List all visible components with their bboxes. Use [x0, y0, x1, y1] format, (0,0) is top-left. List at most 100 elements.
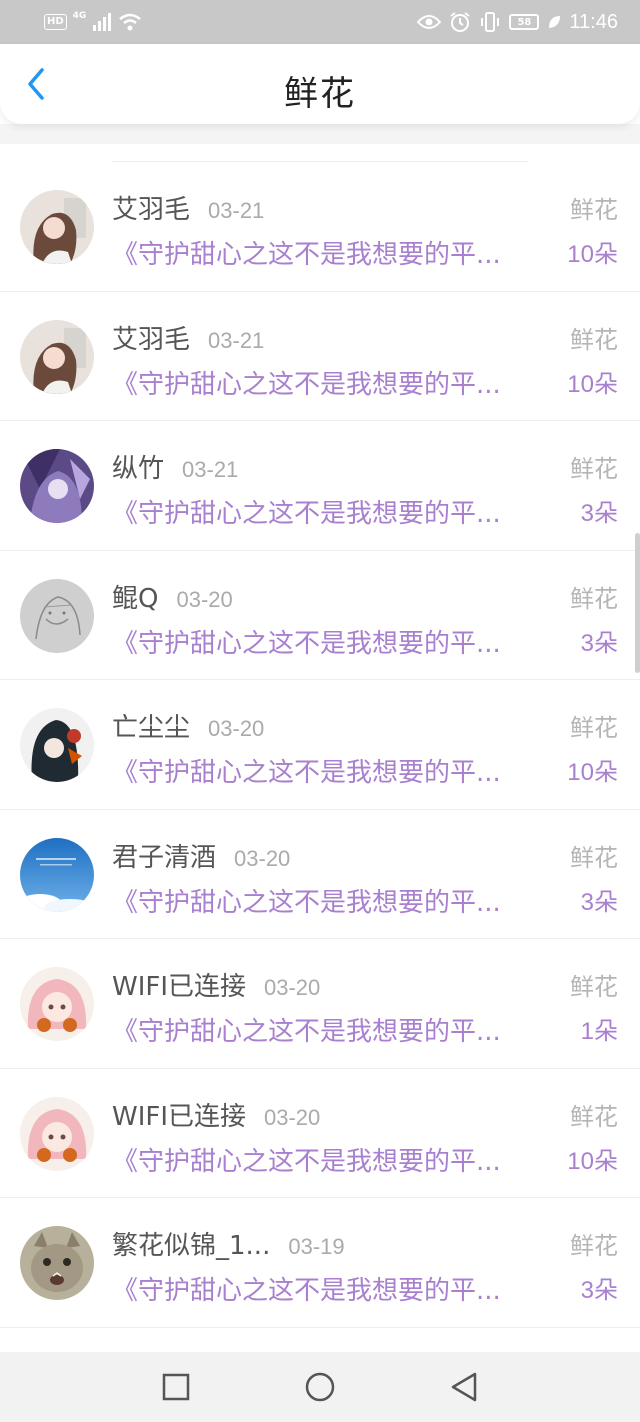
gift-count: 1朵: [580, 1018, 618, 1045]
name-line: 鲲Q 03-20: [112, 578, 233, 614]
avatar[interactable]: [20, 1226, 94, 1300]
book-title[interactable]: 《守护甜心之这不是我想要的平...: [112, 364, 542, 401]
list-item[interactable]: WIFI已连接 03-20 鲜花 《守护甜心之这不是我想要的平... 1朵: [0, 939, 640, 1069]
book-title[interactable]: 《守护甜心之这不是我想要的平...: [112, 493, 542, 530]
gift-list: 艾羽毛 03-21 鲜花 《守护甜心之这不是我想要的平... 10朵 艾羽毛 0…: [0, 162, 640, 1328]
gift-date: 03-20: [176, 586, 233, 612]
vibrate-icon: [481, 12, 500, 32]
triangle-back-icon: [451, 1372, 477, 1402]
user-name[interactable]: WIFI已连接: [112, 1096, 246, 1133]
gift-date: 03-20: [208, 716, 265, 741]
status-left: HD 4G: [44, 10, 142, 34]
recents-button[interactable]: [152, 1363, 200, 1411]
avatar[interactable]: [20, 837, 94, 912]
status-right: 58 11:46: [417, 9, 618, 35]
system-nav-bar: [0, 1352, 640, 1422]
gift-date: 03-19: [288, 1234, 345, 1259]
sketch-avatar-icon: [20, 578, 94, 653]
page-title: 鲜花: [284, 74, 356, 114]
name-line: 艾羽毛 03-21: [112, 319, 264, 355]
gift-count: 10朵: [567, 759, 618, 786]
name-line: 亡尘尘 03-20: [112, 707, 264, 743]
gift-type: 鲜花: [570, 584, 618, 613]
eye-icon: [417, 15, 442, 29]
book-title[interactable]: 《守护甜心之这不是我想要的平...: [112, 882, 542, 919]
scrollbar[interactable]: [635, 533, 640, 673]
gift-date: 03-20: [234, 845, 291, 871]
gift-type: 鲜花: [570, 973, 618, 1001]
leaf-icon: [549, 16, 561, 28]
gift-type: 鲜花: [570, 325, 618, 354]
avatar[interactable]: [20, 449, 94, 523]
battery-level: 58: [509, 14, 540, 30]
name-line: WIFI已连接 03-20: [112, 1096, 320, 1132]
header-gap: [0, 124, 640, 144]
home-button[interactable]: [296, 1363, 344, 1411]
gift-count: 10朵: [567, 370, 618, 398]
user-name[interactable]: 纵竹: [112, 448, 164, 485]
status-bar: HD 4G 58 11:46: [0, 0, 640, 44]
user-name[interactable]: 艾羽毛: [112, 319, 190, 356]
gift-type: 鲜花: [570, 196, 618, 224]
name-line: 繁花似锦_1... 03-19: [112, 1225, 345, 1261]
gift-date: 03-20: [264, 975, 321, 1000]
gift-type: 鲜花: [570, 714, 618, 742]
book-title[interactable]: 《守护甜心之这不是我想要的平...: [112, 1270, 542, 1307]
user-name[interactable]: 鲲Q: [112, 578, 158, 615]
gift-date: 03-20: [264, 1104, 321, 1130]
avatar[interactable]: [20, 1096, 94, 1171]
gift-type: 鲜花: [570, 455, 618, 483]
user-name[interactable]: 君子清酒: [112, 837, 216, 874]
list-item[interactable]: 艾羽毛 03-21 鲜花 《守护甜心之这不是我想要的平... 10朵: [0, 292, 640, 421]
pink-anime-avatar-icon: [20, 1096, 94, 1171]
circle-icon: [305, 1372, 335, 1402]
user-name[interactable]: 亡尘尘: [112, 707, 190, 744]
avatar[interactable]: [20, 319, 94, 394]
header-bar: 鲜花: [0, 44, 640, 124]
gift-date: 03-21: [208, 198, 265, 223]
book-title[interactable]: 《守护甜心之这不是我想要的平...: [112, 752, 542, 789]
network-type: 4G: [72, 11, 87, 21]
list-item[interactable]: 君子清酒 03-20 鲜花 《守护甜心之这不是我想要的平... 3朵: [0, 810, 640, 939]
anime-girl-avatar-icon: [20, 190, 94, 264]
gift-date: 03-21: [208, 327, 265, 353]
avatar[interactable]: [20, 190, 94, 264]
gift-count: 3朵: [580, 629, 618, 657]
gift-count: 10朵: [567, 1147, 618, 1175]
gift-count: 10朵: [567, 241, 618, 268]
book-title[interactable]: 《守护甜心之这不是我想要的平...: [112, 234, 542, 271]
list-item[interactable]: 亡尘尘 03-20 鲜花 《守护甜心之这不是我想要的平... 10朵: [0, 680, 640, 810]
square-icon: [162, 1373, 190, 1401]
user-name[interactable]: WIFI已连接: [112, 966, 246, 1003]
list-item[interactable]: WIFI已连接 03-20 鲜花 《守护甜心之这不是我想要的平... 10朵: [0, 1069, 640, 1198]
dark-anime-avatar-icon: [20, 708, 94, 782]
name-line: 艾羽毛 03-21: [112, 189, 264, 225]
gift-count: 3朵: [580, 1277, 618, 1304]
back-nav-button[interactable]: [440, 1363, 488, 1411]
list-item[interactable]: 纵竹 03-21 鲜花 《守护甜心之这不是我想要的平... 3朵: [0, 421, 640, 551]
user-name[interactable]: 艾羽毛: [112, 189, 190, 226]
avatar[interactable]: [20, 967, 94, 1041]
list-item[interactable]: 繁花似锦_1... 03-19 鲜花 《守护甜心之这不是我想要的平... 3朵: [0, 1198, 640, 1328]
name-line: WIFI已连接 03-20: [112, 966, 320, 1002]
gift-date: 03-21: [182, 457, 239, 482]
list-item[interactable]: 鲲Q 03-20 鲜花 《守护甜心之这不是我想要的平... 3朵: [0, 551, 640, 680]
gift-count: 3朵: [580, 888, 618, 916]
avatar[interactable]: [20, 578, 94, 653]
gift-count: 3朵: [580, 500, 618, 527]
list-item[interactable]: 艾羽毛 03-21 鲜花 《守护甜心之这不是我想要的平... 10朵: [0, 162, 640, 292]
book-title[interactable]: 《守护甜心之这不是我想要的平...: [112, 1141, 542, 1178]
name-line: 纵竹 03-21: [112, 448, 238, 484]
sky-avatar-icon: [20, 837, 94, 912]
alarm-icon: [450, 12, 471, 32]
user-name[interactable]: 繁花似锦_1...: [112, 1225, 270, 1262]
name-line: 君子清酒 03-20: [112, 837, 290, 873]
book-title[interactable]: 《守护甜心之这不是我想要的平...: [112, 1011, 542, 1048]
clock: 11:46: [569, 10, 618, 33]
book-title[interactable]: 《守护甜心之这不是我想要的平...: [112, 623, 542, 660]
cat-avatar-icon: [20, 1226, 94, 1300]
avatar[interactable]: [20, 708, 94, 782]
anime-girl-avatar-icon: [20, 319, 94, 394]
hd-badge: HD: [44, 14, 67, 30]
purple-anime-avatar-icon: [20, 449, 94, 523]
